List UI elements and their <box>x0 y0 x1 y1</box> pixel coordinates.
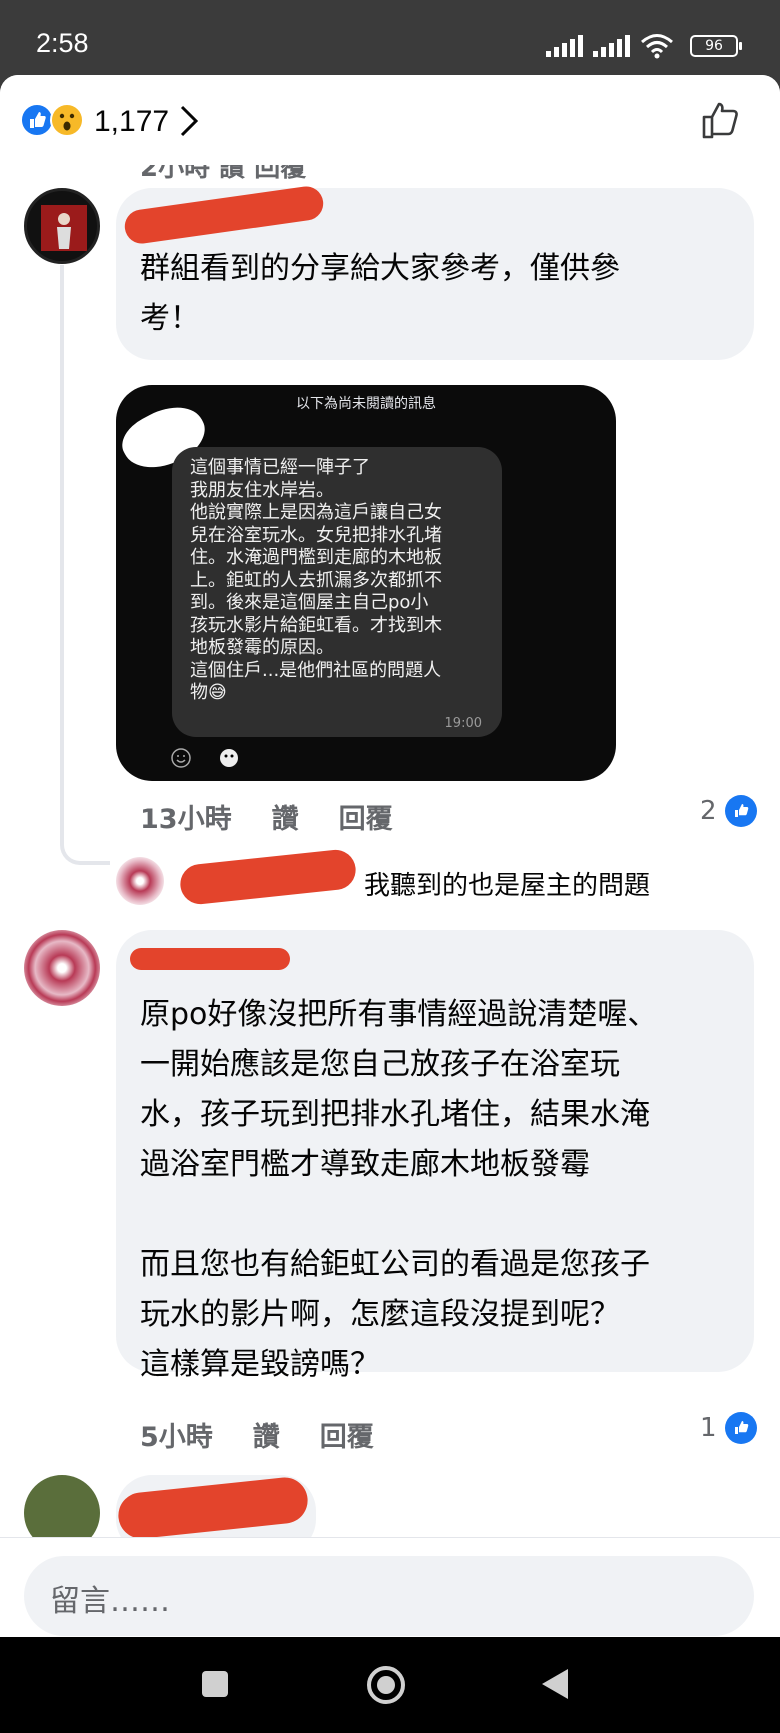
comment-input[interactable]: 留言…… <box>24 1556 754 1636</box>
status-icons: 96 <box>546 30 742 62</box>
redacted-name <box>130 948 290 970</box>
reply-link[interactable]: 回覆 <box>339 797 393 836</box>
screenshot-reaction-icons <box>170 747 240 769</box>
comment-text: 群組看到的分享給大家參考，僅供參 考！ <box>140 251 620 336</box>
avatar[interactable] <box>24 930 100 1006</box>
smiley-icon <box>171 748 191 768</box>
battery-icon: 96 <box>690 35 742 57</box>
wow-reaction-icon <box>50 103 84 137</box>
status-bar: 2:58 96 <box>0 0 780 75</box>
screenshot-message-time: 19:00 <box>444 716 482 731</box>
signal-icon <box>546 35 583 57</box>
like-reaction-icon <box>724 795 757 827</box>
reply-avatar[interactable] <box>116 857 164 905</box>
chevron-right-icon <box>180 105 199 137</box>
back-icon[interactable] <box>540 1667 570 1701</box>
shared-screenshot-image[interactable]: 以下為尚未閱讀的訊息 這個事情已經一陣子了 我朋友住水岸岩。 他說實際上是因為這… <box>116 385 616 781</box>
like-reaction-icon <box>724 1412 757 1444</box>
reply-text: 我聽到的也是屋主的問題 <box>364 871 651 901</box>
reply-link[interactable]: 回覆 <box>320 1415 374 1454</box>
comment-bubble[interactable]: 群組看到的分享給大家參考，僅供參 考！ <box>116 184 754 360</box>
comment-time: 13小時 <box>140 804 232 835</box>
comment-text: 原po好像沒把所有事情經過說清楚喔、 一開始應該是您自己放孩子在浴室玩 水，孩子… <box>140 997 658 1382</box>
screenshot-message-text: 這個事情已經一陣子了 我朋友住水岸岩。 他說實際上是因為這戶讓自己女 兒在浴室玩… <box>190 457 442 703</box>
recents-icon[interactable] <box>200 1669 230 1699</box>
screenshot-message-bubble: 這個事情已經一陣子了 我朋友住水岸岩。 他說實際上是因為這戶讓自己女 兒在浴室玩… <box>172 447 502 737</box>
like-button-icon[interactable] <box>700 99 742 141</box>
like-count-number: 1 <box>700 1413 717 1443</box>
reactions-bar[interactable]: 1,177 <box>0 75 780 165</box>
like-link[interactable]: 讚 <box>272 797 299 836</box>
redacted-name <box>122 184 326 246</box>
signal-icon-2 <box>593 35 630 57</box>
comment-bubble[interactable]: 原po好像沒把所有事情經過說清楚喔、 一開始應該是您自己放孩子在浴室玩 水，孩子… <box>116 930 754 1382</box>
like-link[interactable]: 讚 <box>253 1415 280 1454</box>
sticker-icon <box>220 749 238 767</box>
like-count-number: 2 <box>700 796 717 826</box>
redacted-reply-name <box>178 847 358 907</box>
comment-like-count: 2 <box>700 795 757 827</box>
comment-actions: 13小時 讚 回覆 <box>140 797 393 836</box>
avatar[interactable] <box>24 188 100 264</box>
wifi-icon <box>641 34 673 59</box>
comment-like-count: 1 <box>700 1412 757 1444</box>
comments-sheet: 1,177 2小時 讚 回覆 群組看到的分享給大家參考，僅供參 考！ 以下為尚未… <box>0 75 780 1637</box>
comment-time: 5小時 <box>140 1422 213 1453</box>
comment-input-bar: 留言…… <box>0 1537 780 1637</box>
comment-actions: 5小時 讚 回覆 <box>140 1415 374 1454</box>
reaction-count: 1,177 <box>94 105 170 138</box>
home-icon[interactable] <box>366 1665 406 1705</box>
navigation-bar <box>0 1637 780 1733</box>
like-reaction-icon <box>20 103 54 137</box>
thread-line <box>60 265 110 865</box>
status-time: 2:58 <box>36 28 89 58</box>
